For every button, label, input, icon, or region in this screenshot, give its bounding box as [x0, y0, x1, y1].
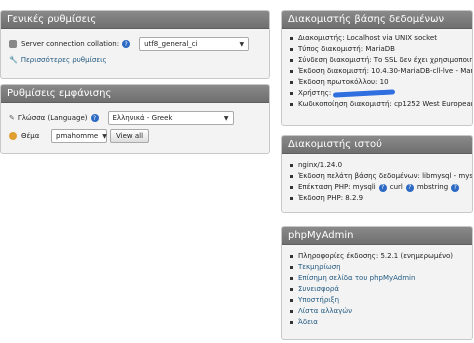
phpmyadmin-panel: phpMyAdmin Πληροφορίες έκδοσης: 5.2.1 (ε…: [281, 226, 473, 340]
help-icon[interactable]: ?: [378, 183, 387, 192]
list-item[interactable]: Επίσημη σελίδα του phpMyAdmin: [290, 273, 464, 284]
license-link[interactable]: Άδεια: [298, 317, 318, 328]
chevron-down-icon: ▼: [223, 114, 229, 122]
redaction-mark: [333, 89, 396, 98]
list-item: nginx/1.24.0: [290, 160, 464, 171]
server-icon: [9, 40, 17, 48]
list-item[interactable]: Άδεια: [290, 317, 464, 328]
theme-icon: [9, 132, 17, 140]
language-select[interactable]: Ελληνικά - Greek ▼: [107, 111, 234, 125]
general-settings-panel: Γενικές ρυθμίσεις Server connection coll…: [0, 10, 270, 79]
more-settings-link[interactable]: Περισσότερες ρυθμίσεις: [21, 56, 107, 64]
db-server-panel: Διακομιστής βάσης δεδομένων Διακομιστής:…: [281, 10, 473, 126]
support-link[interactable]: Υποστήριξη: [298, 295, 339, 306]
db-server-title: Διακομιστής βάσης δεδομένων: [282, 11, 472, 29]
theme-label: Θέμα: [21, 132, 40, 140]
collation-select[interactable]: utf8_general_ci ▼: [139, 37, 250, 51]
list-item: Έκδοση PHP: 8.2.9: [290, 193, 464, 204]
list-item: Τύπος διακομιστή: MariaDB: [290, 44, 464, 55]
help-icon[interactable]: ?: [90, 114, 99, 122]
homepage-link[interactable]: Επίσημη σελίδα του phpMyAdmin: [298, 273, 415, 284]
theme-select[interactable]: pmahomme ▼: [51, 129, 107, 143]
language-value: Ελληνικά - Greek: [112, 114, 173, 122]
chevron-down-icon: ▼: [102, 132, 107, 140]
documentation-link[interactable]: Τεκμηρίωση: [298, 262, 341, 273]
list-item[interactable]: Λίστα αλλαγών: [290, 306, 464, 317]
list-item[interactable]: Τεκμηρίωση: [290, 262, 464, 273]
language-label: Γλώσσα (Language): [17, 114, 88, 122]
version-info: Πληροφορίες έκδοσης: 5.2.1 (ενημερωμένο): [290, 251, 464, 262]
list-item: Διακομιστής: Localhost via UNIX socket: [290, 33, 464, 44]
list-item[interactable]: Υποστήριξη: [290, 295, 464, 306]
language-icon: ✎: [9, 114, 15, 122]
help-icon[interactable]: ?: [405, 183, 414, 192]
list-item: Έκδοση πελάτη βάσης δεδομένων: libmysql …: [290, 171, 472, 182]
collation-label: Server connection collation:: [21, 40, 120, 48]
theme-value: pmahomme: [56, 132, 99, 140]
web-server-panel: Διακομιστής ιστού nginx/1.24.0 Έκδοση πε…: [281, 135, 473, 213]
contribute-link[interactable]: Συνεισφορά: [298, 284, 339, 295]
web-server-title: Διακομιστής ιστού: [282, 136, 472, 154]
appearance-settings-panel: Ρυθμίσεις εμφάνισης ✎ Γλώσσα (Language) …: [0, 84, 270, 154]
general-settings-title: Γενικές ρυθμίσεις: [1, 11, 269, 29]
wrench-icon: 🔧: [9, 56, 18, 64]
list-item[interactable]: Συνεισφορά: [290, 284, 464, 295]
list-item: Κωδικοποίηση διακομιστή: cp1252 West Eur…: [290, 99, 472, 110]
changelog-link[interactable]: Λίστα αλλαγών: [298, 306, 352, 317]
view-all-button[interactable]: View all: [110, 129, 150, 143]
collation-value: utf8_general_ci: [144, 40, 198, 48]
chevron-down-icon: ▼: [239, 40, 245, 48]
list-item: Επέκταση PHP: mysqli ? curl ? mbstring ?: [290, 182, 464, 193]
phpmyadmin-title: phpMyAdmin: [282, 227, 472, 245]
appearance-settings-title: Ρυθμίσεις εμφάνισης: [1, 85, 269, 103]
list-item: Σύνδεση διακομιστή: Το SSL δεν έχει χρησ…: [290, 55, 472, 66]
help-icon[interactable]: ?: [451, 183, 460, 192]
list-item: Έκδοση διακομιστή: 10.4.30-MariaDB-cll-l…: [290, 66, 472, 77]
help-icon[interactable]: ?: [122, 40, 131, 48]
list-item: Έκδοση πρωτοκόλλου: 10: [290, 77, 464, 88]
list-item: Χρήστης:: [290, 88, 464, 99]
